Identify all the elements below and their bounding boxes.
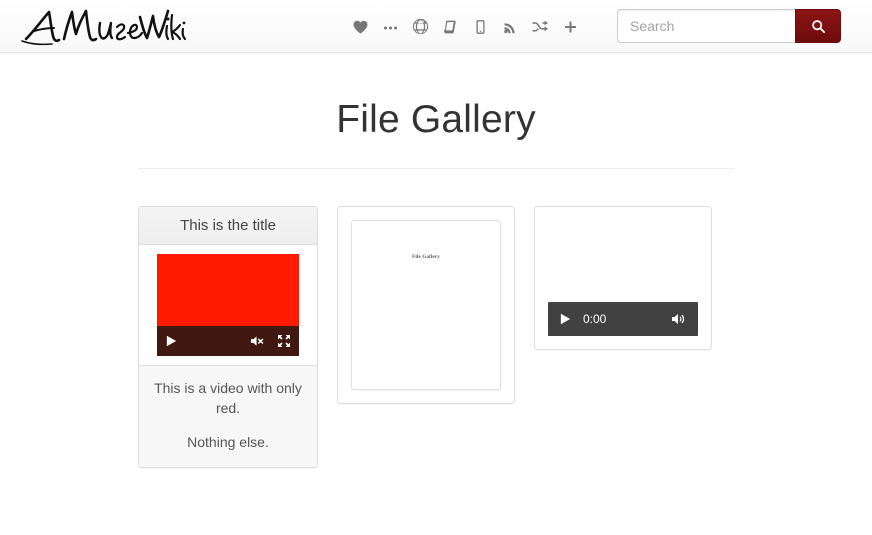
pdf-page-title: File Gallery <box>412 254 440 260</box>
video-mute-button[interactable] <box>250 334 265 348</box>
globe-icon[interactable] <box>405 7 435 47</box>
video-fullscreen-button[interactable] <box>277 334 291 348</box>
pdf-page-preview: File Gallery <box>351 219 501 390</box>
random-icon[interactable] <box>525 7 555 47</box>
rss-icon[interactable] <box>495 7 525 47</box>
ellipsis-icon[interactable] <box>375 7 405 47</box>
gallery-item-pdf[interactable]: File Gallery <box>337 205 515 404</box>
gallery-item-video[interactable]: This is the title This is a video with o… <box>138 205 318 468</box>
navbar-icon-group <box>345 0 585 53</box>
top-navbar <box>0 0 872 53</box>
audio-play-button[interactable] <box>559 312 572 326</box>
video-caption: This is a video with only red. Nothing e… <box>139 364 317 467</box>
audio-control-bar: 0:00 <box>548 301 698 336</box>
signature-wordmark-icon <box>20 3 188 47</box>
search-button[interactable] <box>795 9 841 43</box>
video-player[interactable] <box>157 253 299 356</box>
file-gallery: This is the title This is a video with o… <box>138 205 734 468</box>
audio-time-display: 0:00 <box>583 311 607 326</box>
title-divider <box>138 167 734 169</box>
caption-line-1: This is a video with only red. <box>154 379 302 417</box>
book-icon[interactable] <box>435 7 465 47</box>
video-panel-heading: This is the title <box>139 206 317 245</box>
page-title: File Gallery <box>336 98 536 141</box>
audio-volume-button[interactable] <box>671 312 687 326</box>
tablet-icon[interactable] <box>465 7 495 47</box>
search-form <box>617 9 841 43</box>
video-panel-body <box>139 244 317 365</box>
page-container: File Gallery This is the title This is a… <box>138 53 734 468</box>
caption-line-2: Nothing else. <box>187 434 269 451</box>
video-play-button[interactable] <box>165 334 178 348</box>
plus-icon[interactable] <box>555 7 585 47</box>
site-logo[interactable] <box>20 1 188 49</box>
video-control-bar <box>157 325 299 356</box>
search-input[interactable] <box>617 9 795 43</box>
gallery-item-audio[interactable]: 0:00 <box>534 205 712 350</box>
search-icon <box>811 19 826 34</box>
heart-icon[interactable] <box>345 7 375 47</box>
